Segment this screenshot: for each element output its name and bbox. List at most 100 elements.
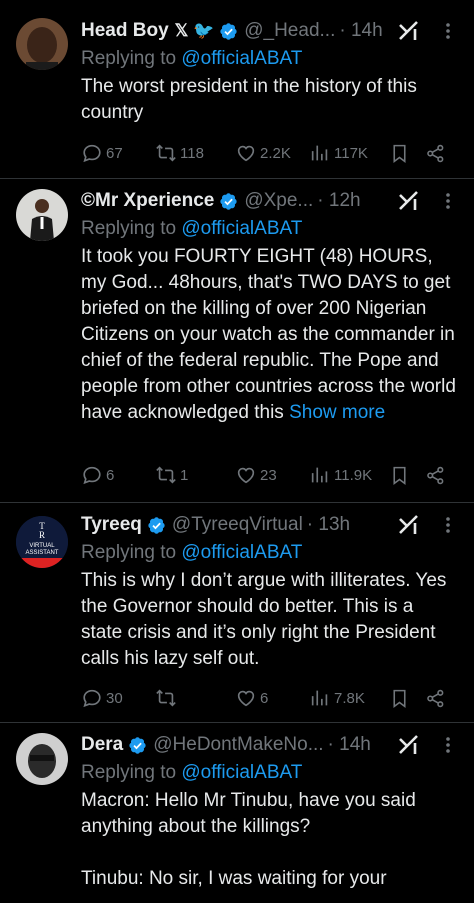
bookmark-button[interactable] [389,465,425,486]
reply-icon [81,142,103,164]
views-icon [309,687,331,709]
verified-badge-icon [219,22,238,41]
heart-icon [235,687,257,709]
avatar-text-r: R [39,530,45,540]
views-icon [309,142,331,164]
share-button[interactable] [425,688,446,709]
reply-mention-link[interactable]: @officialABAT [181,218,302,239]
verified-badge-icon [128,736,147,755]
avatar[interactable]: T R VIRTUAL ASSISTANT [16,516,68,568]
replying-prefix: Replying to [81,542,182,563]
timestamp[interactable]: · 12h [317,190,360,212]
grok-icon[interactable] [396,513,422,537]
reply-button[interactable]: 6 [81,464,155,486]
avatar-text-virtual: VIRTUAL [29,543,55,549]
bookmark-button[interactable] [389,688,425,709]
handle[interactable]: @TyreeqVirtual [172,514,303,536]
tweet-text: It took you FOURTY EIGHT (48) HOURS, my … [81,244,458,426]
timestamp[interactable]: · 14h [328,734,371,756]
retweet-count: 1 [180,466,189,484]
reply-icon [81,464,103,486]
avatar[interactable] [16,189,68,241]
like-count: 2.2K [260,144,291,162]
retweet-button[interactable]: 1 [155,464,235,486]
bookmark-icon [389,143,410,164]
tweet-text: This is why I don’t argue with illiterat… [81,570,447,669]
avatar[interactable] [16,18,68,70]
grok-icon[interactable] [396,733,422,757]
tweet[interactable]: Dera @HeDontMakeNo... · 14h Replying to … [0,723,474,903]
reply-icon [81,687,103,709]
handle[interactable]: @_Head... [244,20,335,42]
bookmark-icon [389,688,410,709]
handle[interactable]: @HeDontMakeNo... [153,734,323,756]
share-button[interactable] [425,465,446,486]
views-icon [309,464,331,486]
like-count: 6 [260,689,269,707]
heart-icon [235,142,257,164]
reply-button[interactable]: 30 [81,687,155,709]
grok-icon[interactable] [396,19,422,43]
name-emoji: 𝕏 🐦 [174,21,215,40]
tweet-text-line-2: Tinubu: No sir, I was waiting for your [81,868,387,889]
more-options-icon[interactable] [438,20,458,42]
replying-prefix: Replying to [81,218,182,239]
tweet[interactable]: T R VIRTUAL ASSISTANT Tyreeq @TyreeqVirt… [0,503,474,723]
views-button[interactable]: 11.9K [309,464,389,486]
bookmark-icon [389,465,410,486]
more-options-icon[interactable] [438,734,458,756]
reply-mention-link[interactable]: @officialABAT [181,542,302,563]
handle[interactable]: @Xpe... [244,190,313,212]
replying-to: Replying to @officialABAT [81,46,458,72]
reply-button[interactable]: 67 [81,142,155,164]
like-button[interactable]: 2.2K [235,142,309,164]
display-name[interactable]: ©Mr Xperience [81,190,214,212]
display-name[interactable]: Tyreeq [81,514,142,536]
retweet-icon [155,464,177,486]
retweet-button[interactable] [155,687,235,709]
display-name[interactable]: Dera [81,734,123,756]
more-options-icon[interactable] [438,190,458,212]
reply-mention-link[interactable]: @officialABAT [181,762,302,783]
like-button[interactable]: 6 [235,687,309,709]
retweet-count: 118 [180,144,204,162]
view-count: 7.8K [334,689,365,707]
tweet[interactable]: ©Mr Xperience @Xpe... · 12h Replying to … [0,179,474,503]
replying-prefix: Replying to [81,48,182,69]
share-button[interactable] [425,143,446,164]
heart-icon [235,464,257,486]
share-icon [425,688,446,709]
reply-mention-link[interactable]: @officialABAT [181,48,302,69]
avatar[interactable] [16,733,68,785]
views-button[interactable]: 117K [309,142,389,164]
avatar-text-assistant: ASSISTANT [26,550,59,556]
show-more-link[interactable]: Show more [289,402,385,423]
like-button[interactable]: 23 [235,464,309,486]
verified-badge-icon [219,192,238,211]
tweet[interactable]: Head Boy 𝕏 🐦 @_Head... · 14h Replying to… [0,0,474,179]
more-options-icon[interactable] [438,514,458,536]
view-count: 117K [334,144,368,162]
retweet-icon [155,687,177,709]
timestamp[interactable]: · 13h [307,514,350,536]
verified-badge-icon [147,516,166,535]
replying-to: Replying to @officialABAT [81,540,458,566]
grok-icon[interactable] [396,189,422,213]
retweet-button[interactable]: 118 [155,142,235,164]
bookmark-button[interactable] [389,143,425,164]
view-count: 11.9K [334,466,373,484]
reply-count: 67 [106,144,123,162]
replying-prefix: Replying to [81,762,182,783]
retweet-icon [155,142,177,164]
tweet-text: The worst president in the history of th… [81,76,417,123]
reply-count: 6 [106,466,115,484]
share-icon [425,143,446,164]
reply-count: 30 [106,689,123,707]
replying-to: Replying to @officialABAT [81,760,458,786]
tweet-text-line-1: Macron: Hello Mr Tinubu, have you said a… [81,790,416,837]
replying-to: Replying to @officialABAT [81,216,458,242]
display-name[interactable]: Head Boy [81,20,169,42]
timestamp[interactable]: · 14h [339,20,382,42]
share-icon [425,465,446,486]
views-button[interactable]: 7.8K [309,687,389,709]
